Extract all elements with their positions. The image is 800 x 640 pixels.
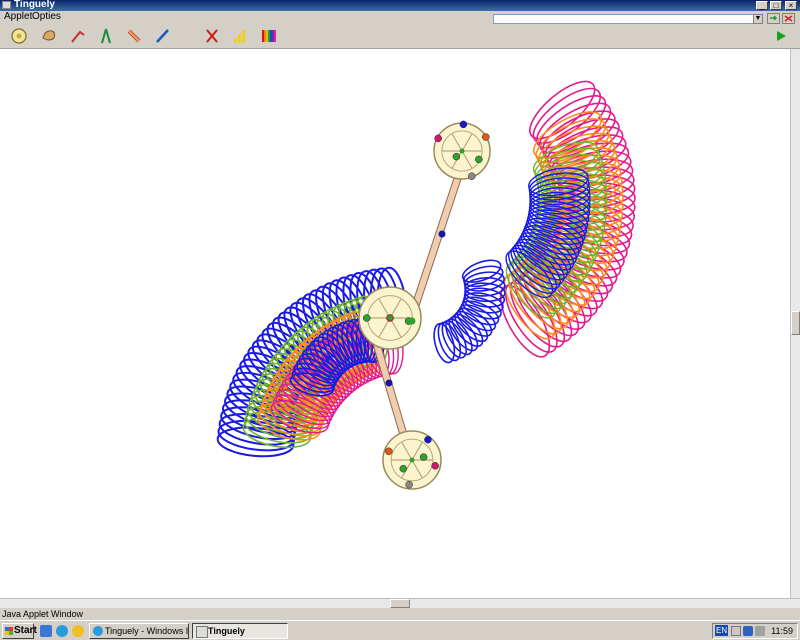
taskbar-button-ie[interactable]: Tinguely - Windows Inter...	[89, 623, 189, 639]
pivot-point	[405, 480, 413, 489]
menu-opties[interactable]: Opties	[32, 11, 61, 23]
gear-icon[interactable]	[9, 26, 29, 46]
bar-levels-icon[interactable]	[230, 26, 250, 46]
pivot-point	[399, 464, 408, 473]
window-title: Tinguely	[14, 0, 55, 10]
pivot-point	[459, 120, 468, 129]
address-field[interactable]	[493, 14, 763, 24]
network-icon[interactable]	[731, 626, 741, 636]
compass-icon[interactable]	[96, 26, 116, 46]
gear-center	[459, 148, 465, 154]
taskbar-button-tinguely[interactable]: Tinguely	[192, 623, 288, 639]
pivot-point	[431, 462, 439, 470]
rod-joint	[438, 230, 446, 238]
taskbar-button-label: Tinguely - Windows Inter...	[105, 626, 189, 636]
pivot-point	[468, 172, 476, 180]
horizontal-scroll-thumb[interactable]	[390, 599, 410, 608]
eraser-blob-icon[interactable]	[39, 26, 59, 46]
volume-icon[interactable]	[755, 626, 765, 636]
taskbar-button-label: Tinguely	[208, 626, 245, 636]
drawing-canvas[interactable]	[0, 49, 790, 598]
system-tray: EN 11:59	[712, 623, 798, 639]
media-icon[interactable]	[72, 625, 84, 637]
close-button[interactable]: ×	[785, 1, 797, 10]
rod-joint	[385, 379, 393, 387]
pivot-point	[385, 447, 393, 456]
blue-inner-loop	[461, 259, 502, 283]
toolbar	[0, 24, 800, 49]
ie-icon[interactable]	[56, 625, 68, 637]
pivot-point	[482, 133, 490, 141]
spirograph-drawing[interactable]	[0, 49, 790, 598]
rod-joint	[408, 317, 416, 325]
start-button[interactable]: Start	[2, 623, 37, 639]
rod-icon[interactable]	[124, 26, 144, 46]
pivot-point	[424, 435, 432, 444]
gear-center	[387, 315, 393, 321]
pivot-point	[419, 453, 428, 461]
nav-icons	[767, 13, 795, 24]
crank-icon[interactable]	[68, 26, 88, 46]
minimize-button[interactable]: _	[756, 1, 768, 10]
taskbar: Start Tinguely - Windows Inter... Tingue…	[0, 620, 800, 640]
play-icon[interactable]	[771, 26, 791, 46]
pen-icon[interactable]	[153, 26, 173, 46]
title-bar: Tinguely _ □ ×	[0, 0, 800, 11]
color-palette-icon[interactable]	[259, 26, 279, 46]
pivot-point	[452, 152, 461, 161]
pivot-point	[475, 155, 483, 164]
address-dropdown-button[interactable]: ▼	[753, 14, 763, 24]
status-text: Java Applet Window	[2, 609, 84, 619]
shield-icon[interactable]	[743, 626, 753, 636]
applet-icon	[196, 626, 208, 638]
gear-center	[409, 457, 415, 463]
start-label: Start	[14, 625, 37, 636]
pivot-point	[434, 134, 442, 143]
upper-rod	[407, 162, 465, 325]
windows-logo-icon	[5, 627, 13, 635]
ie-icon	[93, 626, 103, 636]
menu-applet[interactable]: Applet	[4, 11, 32, 23]
x-icon[interactable]	[202, 26, 222, 46]
vertical-scrollbar[interactable]	[790, 49, 800, 598]
desktop-icon[interactable]	[40, 625, 52, 637]
horizontal-scrollbar[interactable]	[0, 598, 800, 608]
status-bar: Java Applet Window	[0, 608, 800, 620]
maximize-button[interactable]: □	[770, 1, 782, 10]
app-icon	[2, 1, 11, 9]
clock: 11:59	[771, 626, 793, 636]
language-indicator[interactable]: EN	[715, 625, 729, 636]
pivot-point	[363, 314, 371, 322]
vertical-scroll-thumb[interactable]	[791, 311, 800, 335]
